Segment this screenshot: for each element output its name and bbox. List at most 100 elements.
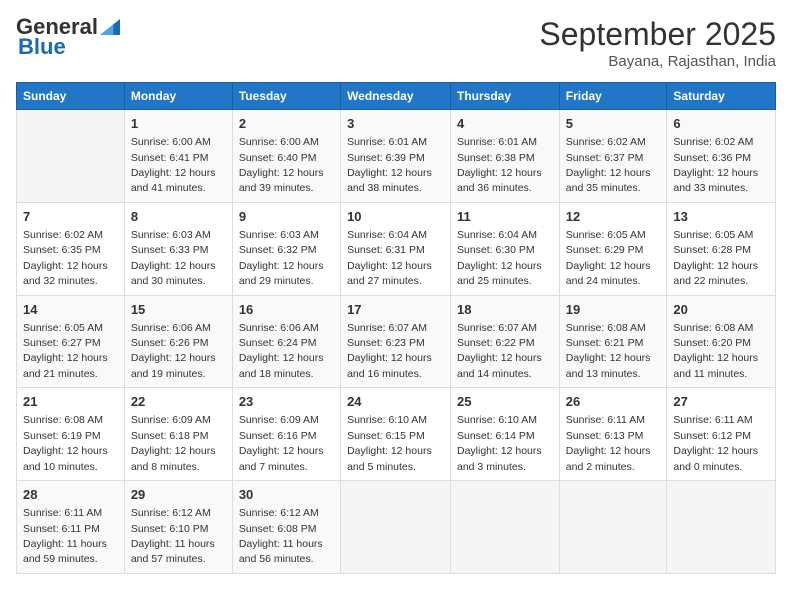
day-number: 2: [239, 115, 334, 133]
calendar-cell: 29Sunrise: 6:12 AMSunset: 6:10 PMDayligh…: [124, 481, 232, 574]
calendar-cell: 11 Sunrise: 6:04 AMSunset: 6:30 PMDayligh…: [451, 202, 560, 295]
calendar-header: Sunday Monday Tuesday Wednesday Thursday…: [17, 83, 776, 110]
title-block: September 2025 Bayana, Rajasthan, India: [539, 16, 776, 70]
calendar-week-row: 7Sunrise: 6:02 AMSunset: 6:35 PMDaylight…: [17, 202, 776, 295]
calendar-cell: [451, 481, 560, 574]
calendar-cell: 8 Sunrise: 6:03 AMSunset: 6:33 PMDaylight…: [124, 202, 232, 295]
day-info: Sunrise: 6:00 AMSunset: 6:41 PMDaylight:…: [131, 136, 216, 194]
day-info: Sunrise: 6:03 AMSunset: 6:32 PMDaylight:…: [239, 229, 324, 287]
calendar-week-row: 14Sunrise: 6:05 AMSunset: 6:27 PMDayligh…: [17, 295, 776, 388]
calendar-cell: [17, 110, 125, 203]
col-tuesday: Tuesday: [232, 83, 340, 110]
day-number: 8: [131, 208, 226, 226]
day-info: Sunrise: 6:07 AMSunset: 6:22 PMDaylight:…: [457, 322, 542, 380]
day-number: 24: [347, 393, 444, 411]
day-info: Sunrise: 6:06 AMSunset: 6:24 PMDaylight:…: [239, 322, 324, 380]
header-row: Sunday Monday Tuesday Wednesday Thursday…: [17, 83, 776, 110]
col-monday: Monday: [124, 83, 232, 110]
day-number: 17: [347, 301, 444, 319]
calendar-week-row: 28Sunrise: 6:11 AMSunset: 6:11 PMDayligh…: [17, 481, 776, 574]
day-number: 18: [457, 301, 553, 319]
day-info: Sunrise: 6:02 AMSunset: 6:37 PMDaylight:…: [566, 136, 651, 194]
calendar-cell: 25 Sunrise: 6:10 AMSunset: 6:14 PMDayligh…: [451, 388, 560, 481]
day-number: 10: [347, 208, 444, 226]
day-number: 21: [23, 393, 118, 411]
day-info: Sunrise: 6:04 AMSunset: 6:30 PMDaylight:…: [457, 229, 542, 287]
calendar-cell: 24 Sunrise: 6:10 AMSunset: 6:15 PMDayligh…: [341, 388, 451, 481]
calendar-cell: 23 Sunrise: 6:09 AMSunset: 6:16 PMDayligh…: [232, 388, 340, 481]
day-number: 23: [239, 393, 334, 411]
day-number: 30: [239, 486, 334, 504]
col-thursday: Thursday: [451, 83, 560, 110]
calendar-cell: 14Sunrise: 6:05 AMSunset: 6:27 PMDayligh…: [17, 295, 125, 388]
calendar-cell: [667, 481, 776, 574]
day-number: 19: [566, 301, 661, 319]
calendar-table: Sunday Monday Tuesday Wednesday Thursday…: [16, 82, 776, 574]
calendar-cell: 15Sunrise: 6:06 AMSunset: 6:26 PMDayligh…: [124, 295, 232, 388]
day-number: 14: [23, 301, 118, 319]
calendar-cell: 20 Sunrise: 6:08 AMSunset: 6:20 PMDayligh…: [667, 295, 776, 388]
day-number: 9: [239, 208, 334, 226]
col-friday: Friday: [559, 83, 667, 110]
calendar-cell: 28Sunrise: 6:11 AMSunset: 6:11 PMDayligh…: [17, 481, 125, 574]
day-number: 20: [673, 301, 769, 319]
calendar-cell: 12Sunrise: 6:05 AMSunset: 6:29 PMDayligh…: [559, 202, 667, 295]
day-info: Sunrise: 6:09 AMSunset: 6:18 PMDaylight:…: [131, 414, 216, 472]
calendar-body: 1 Sunrise: 6:00 AMSunset: 6:41 PMDaylight…: [17, 110, 776, 574]
calendar-cell: 7Sunrise: 6:02 AMSunset: 6:35 PMDaylight…: [17, 202, 125, 295]
day-info: Sunrise: 6:01 AMSunset: 6:39 PMDaylight:…: [347, 136, 432, 194]
calendar-cell: 10Sunrise: 6:04 AMSunset: 6:31 PMDayligh…: [341, 202, 451, 295]
calendar-week-row: 1 Sunrise: 6:00 AMSunset: 6:41 PMDaylight…: [17, 110, 776, 203]
day-info: Sunrise: 6:10 AMSunset: 6:15 PMDaylight:…: [347, 414, 432, 472]
calendar-cell: 17Sunrise: 6:07 AMSunset: 6:23 PMDayligh…: [341, 295, 451, 388]
calendar-cell: 22 Sunrise: 6:09 AMSunset: 6:18 PMDayligh…: [124, 388, 232, 481]
calendar-cell: 13 Sunrise: 6:05 AMSunset: 6:28 PMDayligh…: [667, 202, 776, 295]
day-number: 4: [457, 115, 553, 133]
day-number: 29: [131, 486, 226, 504]
day-info: Sunrise: 6:08 AMSunset: 6:21 PMDaylight:…: [566, 322, 651, 380]
col-sunday: Sunday: [17, 83, 125, 110]
day-info: Sunrise: 6:11 AMSunset: 6:12 PMDaylight:…: [673, 414, 758, 472]
day-info: Sunrise: 6:11 AMSunset: 6:13 PMDaylight:…: [566, 414, 651, 472]
day-info: Sunrise: 6:09 AMSunset: 6:16 PMDaylight:…: [239, 414, 324, 472]
calendar-cell: 30 Sunrise: 6:12 AMSunset: 6:08 PMDayligh…: [232, 481, 340, 574]
calendar-cell: [559, 481, 667, 574]
day-number: 26: [566, 393, 661, 411]
day-info: Sunrise: 6:08 AMSunset: 6:20 PMDaylight:…: [673, 322, 758, 380]
day-number: 7: [23, 208, 118, 226]
day-info: Sunrise: 6:05 AMSunset: 6:29 PMDaylight:…: [566, 229, 651, 287]
col-wednesday: Wednesday: [341, 83, 451, 110]
day-info: Sunrise: 6:06 AMSunset: 6:26 PMDaylight:…: [131, 322, 216, 380]
month-title: September 2025: [539, 16, 776, 53]
day-number: 11: [457, 208, 553, 226]
day-info: Sunrise: 6:01 AMSunset: 6:38 PMDaylight:…: [457, 136, 542, 194]
calendar-cell: 21Sunrise: 6:08 AMSunset: 6:19 PMDayligh…: [17, 388, 125, 481]
day-info: Sunrise: 6:03 AMSunset: 6:33 PMDaylight:…: [131, 229, 216, 287]
calendar-cell: 1 Sunrise: 6:00 AMSunset: 6:41 PMDaylight…: [124, 110, 232, 203]
calendar-cell: 6 Sunrise: 6:02 AMSunset: 6:36 PMDaylight…: [667, 110, 776, 203]
calendar-cell: 3 Sunrise: 6:01 AMSunset: 6:39 PMDaylight…: [341, 110, 451, 203]
day-info: Sunrise: 6:10 AMSunset: 6:14 PMDaylight:…: [457, 414, 542, 472]
day-number: 3: [347, 115, 444, 133]
day-number: 27: [673, 393, 769, 411]
day-info: Sunrise: 6:12 AMSunset: 6:08 PMDaylight:…: [239, 507, 323, 565]
calendar-cell: 18 Sunrise: 6:07 AMSunset: 6:22 PMDayligh…: [451, 295, 560, 388]
day-number: 28: [23, 486, 118, 504]
calendar-cell: [341, 481, 451, 574]
col-saturday: Saturday: [667, 83, 776, 110]
calendar-cell: 2 Sunrise: 6:00 AMSunset: 6:40 PMDaylight…: [232, 110, 340, 203]
calendar-cell: 27 Sunrise: 6:11 AMSunset: 6:12 PMDayligh…: [667, 388, 776, 481]
day-number: 6: [673, 115, 769, 133]
page-header: General Blue September 2025 Bayana, Raja…: [16, 16, 776, 70]
calendar-cell: 16 Sunrise: 6:06 AMSunset: 6:24 PMDayligh…: [232, 295, 340, 388]
day-info: Sunrise: 6:00 AMSunset: 6:40 PMDaylight:…: [239, 136, 324, 194]
logo-icon: [100, 17, 120, 37]
day-info: Sunrise: 6:02 AMSunset: 6:36 PMDaylight:…: [673, 136, 758, 194]
day-number: 13: [673, 208, 769, 226]
day-number: 1: [131, 115, 226, 133]
day-number: 16: [239, 301, 334, 319]
day-info: Sunrise: 6:05 AMSunset: 6:28 PMDaylight:…: [673, 229, 758, 287]
day-number: 25: [457, 393, 553, 411]
day-number: 22: [131, 393, 226, 411]
calendar-cell: 26 Sunrise: 6:11 AMSunset: 6:13 PMDayligh…: [559, 388, 667, 481]
